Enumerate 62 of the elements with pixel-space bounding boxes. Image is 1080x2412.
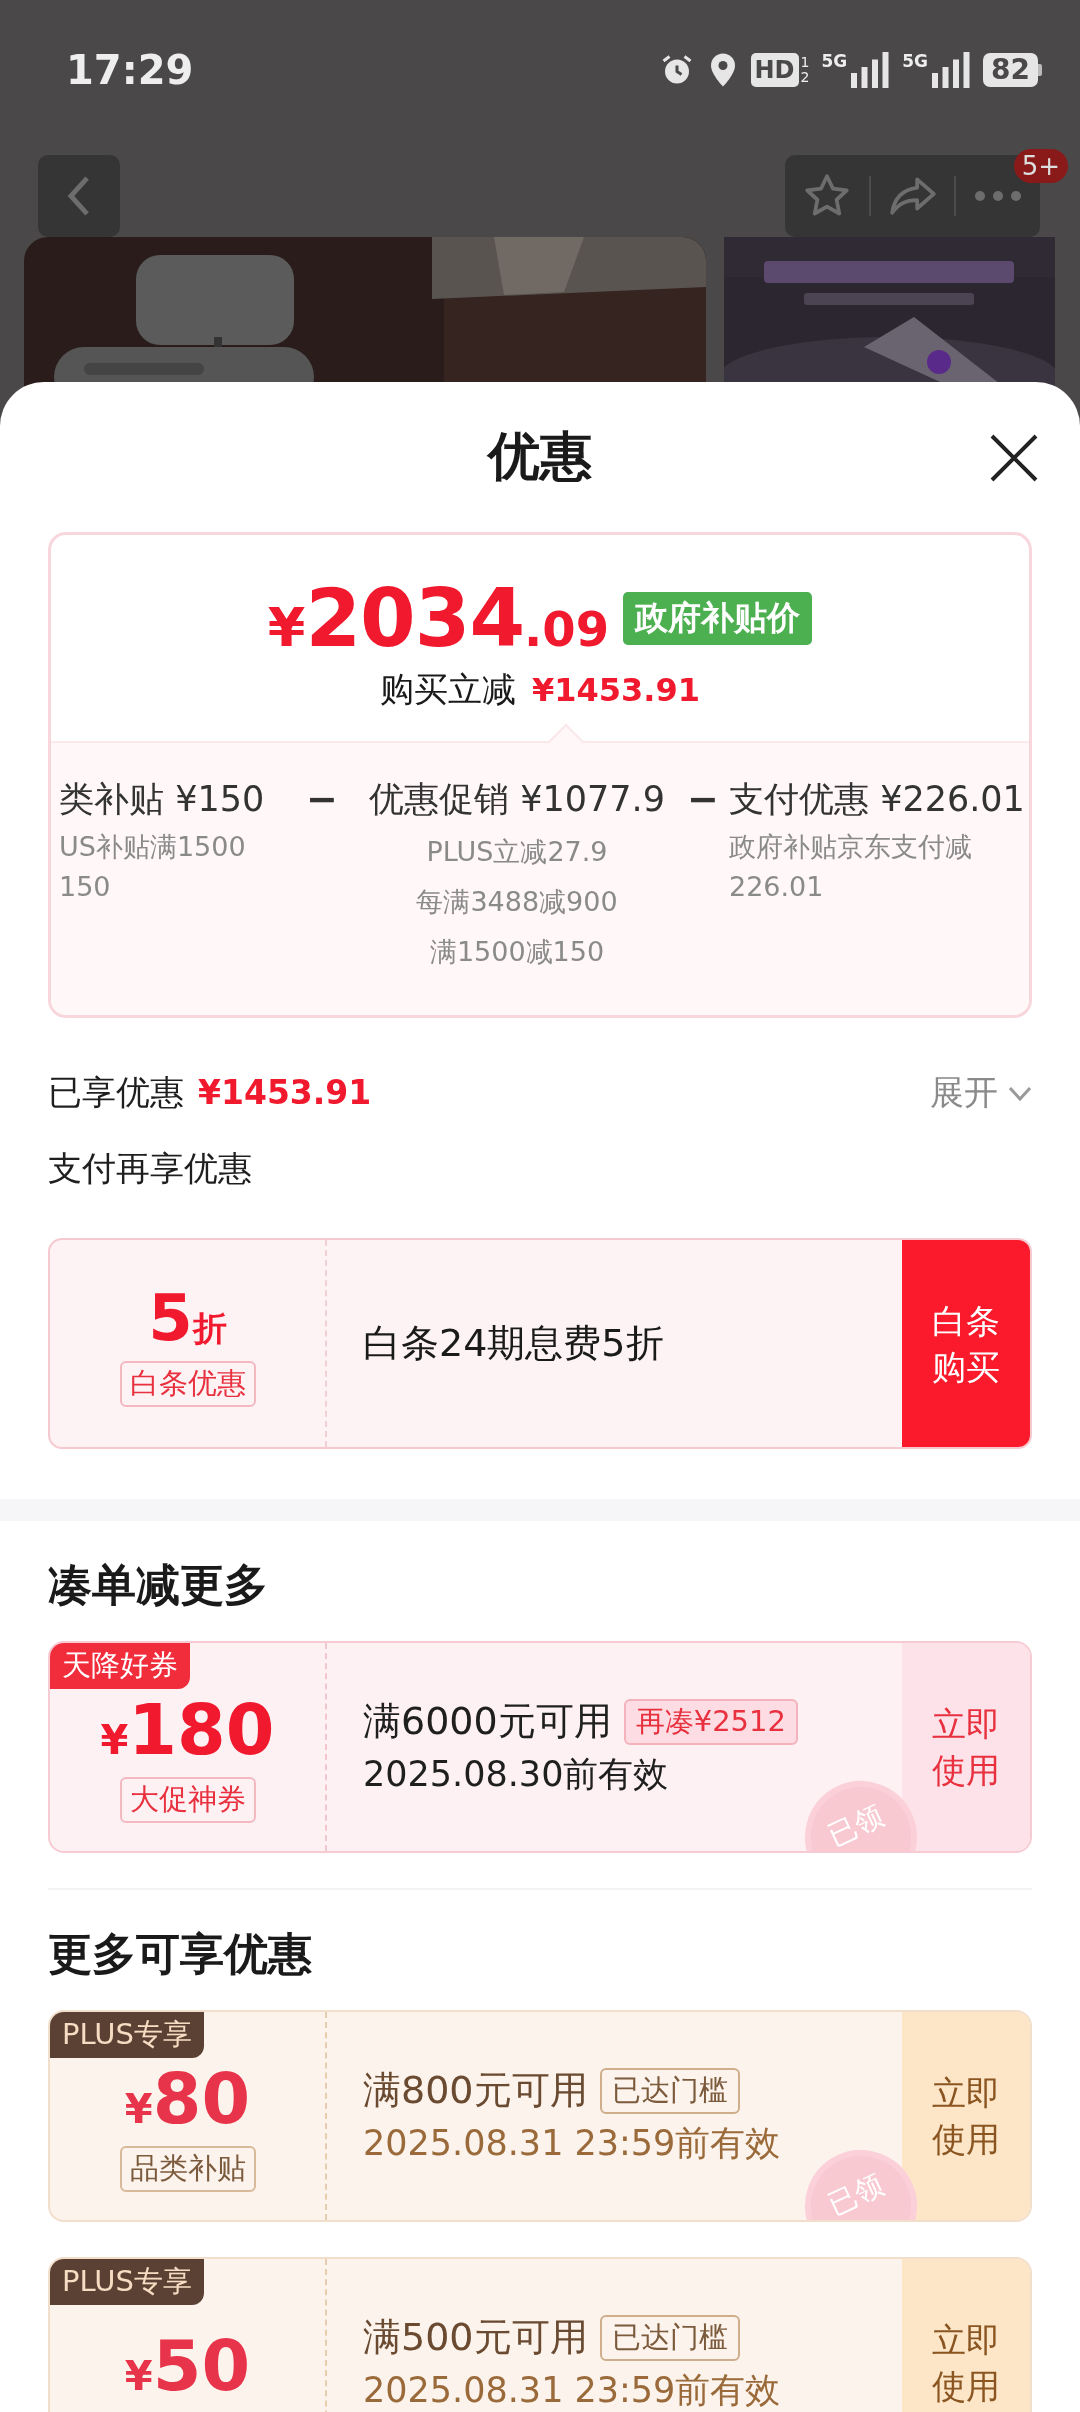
back-button[interactable] (38, 155, 120, 237)
coupon-validity: 2025.08.31 23:59前有效 (363, 2122, 782, 2165)
coupon-ribbon: PLUS专享 (50, 2259, 204, 2305)
section-label: 支付再享优惠 (48, 1147, 253, 1190)
coupon-validity: 2025.08.31 23:59前有效 (363, 2369, 782, 2412)
offer-description: 白条24期息费5折 (363, 1320, 664, 1367)
discount-detail: 226.01 (729, 870, 824, 904)
coupon-amount: ¥50 (124, 2325, 251, 2407)
coupon-amount: ¥180 (100, 1689, 275, 1771)
network-type-label: 5G (902, 52, 929, 70)
discount-detail: PLUS立减27.9 (426, 835, 608, 869)
discount-total: 类补贴 ¥150 (59, 778, 265, 821)
more-icon (973, 189, 1024, 203)
price: ¥2034.09 (267, 571, 610, 665)
discount-value: 5折 (148, 1280, 227, 1355)
coupon-tag: 品类补贴 (119, 2146, 256, 2192)
coupon-condition: 满500元可用 (363, 2314, 588, 2361)
hd-label: HD (750, 53, 799, 87)
use-button[interactable]: 立即使用 (902, 2012, 1030, 2220)
section-title: 凑单减更多 (48, 1558, 269, 1612)
signal-icon (848, 52, 891, 88)
discount-detail: 150 (59, 870, 111, 904)
sim-slot-label: 1 (800, 55, 810, 70)
section-title: 更多可享优惠 (48, 1927, 313, 1981)
coupon-badge: 已达门槛 (599, 2314, 740, 2361)
discount-detail: 每满3488减900 (416, 885, 618, 919)
signal-icon (929, 52, 972, 88)
offer-tag: 白条优惠 (119, 1360, 256, 1407)
close-button[interactable] (988, 432, 1040, 484)
network-type-label: 5G (821, 52, 848, 70)
buy-button[interactable]: 白条购买 (902, 1240, 1030, 1447)
chevron-icon (1008, 1085, 1032, 1101)
coupon-condition: 满6000元可用 (363, 1698, 612, 1745)
discount-detail: US补贴满1500 (59, 830, 246, 864)
coupon-condition: 满800元可用 (363, 2067, 588, 2114)
notification-badge: 5+ (1013, 149, 1068, 183)
coupon-tag: 大促神券 (119, 1777, 256, 1823)
coupon-badge: 已达门槛 (599, 2067, 740, 2114)
use-button[interactable]: 立即使用 (902, 1643, 1030, 1851)
subsidy-price-badge: 政府补贴价 (623, 591, 813, 645)
coupon-badge: 再凑¥2512 (623, 1698, 798, 1745)
sim-slot-label: 2 (800, 70, 810, 85)
use-button[interactable]: 立即使用 (902, 2259, 1030, 2412)
reduction-label: 购买立减 (380, 667, 516, 711)
discount-total: 支付优惠 ¥226.01 (729, 778, 1025, 821)
coupon-ribbon: PLUS专享 (50, 2012, 204, 2058)
minus-sign: − (686, 776, 720, 823)
discount-total: 优惠促销 ¥1077.9 (369, 778, 665, 821)
sheet-title: 优惠 (488, 425, 592, 488)
coupon-amount: ¥80 (124, 2058, 251, 2140)
coupon-ribbon: 天降好券 (50, 1643, 190, 1689)
reduction-amount: ¥1453.91 (532, 670, 700, 709)
close-icon (988, 432, 1040, 484)
expand-toggle[interactable]: 展开 (930, 1070, 1032, 1116)
coupon-validity: 2025.08.30前有效 (363, 1753, 670, 1796)
clock: 17:29 (66, 47, 195, 93)
discount-detail: 满1500减150 (429, 935, 605, 969)
battery-level: 82 (983, 53, 1038, 87)
discount-detail: 政府补贴京东支付减 (729, 830, 972, 864)
saved-label: 已享优惠 (48, 1071, 184, 1114)
saved-amount: ¥1453.91 (198, 1073, 372, 1112)
minus-sign: − (305, 776, 339, 823)
